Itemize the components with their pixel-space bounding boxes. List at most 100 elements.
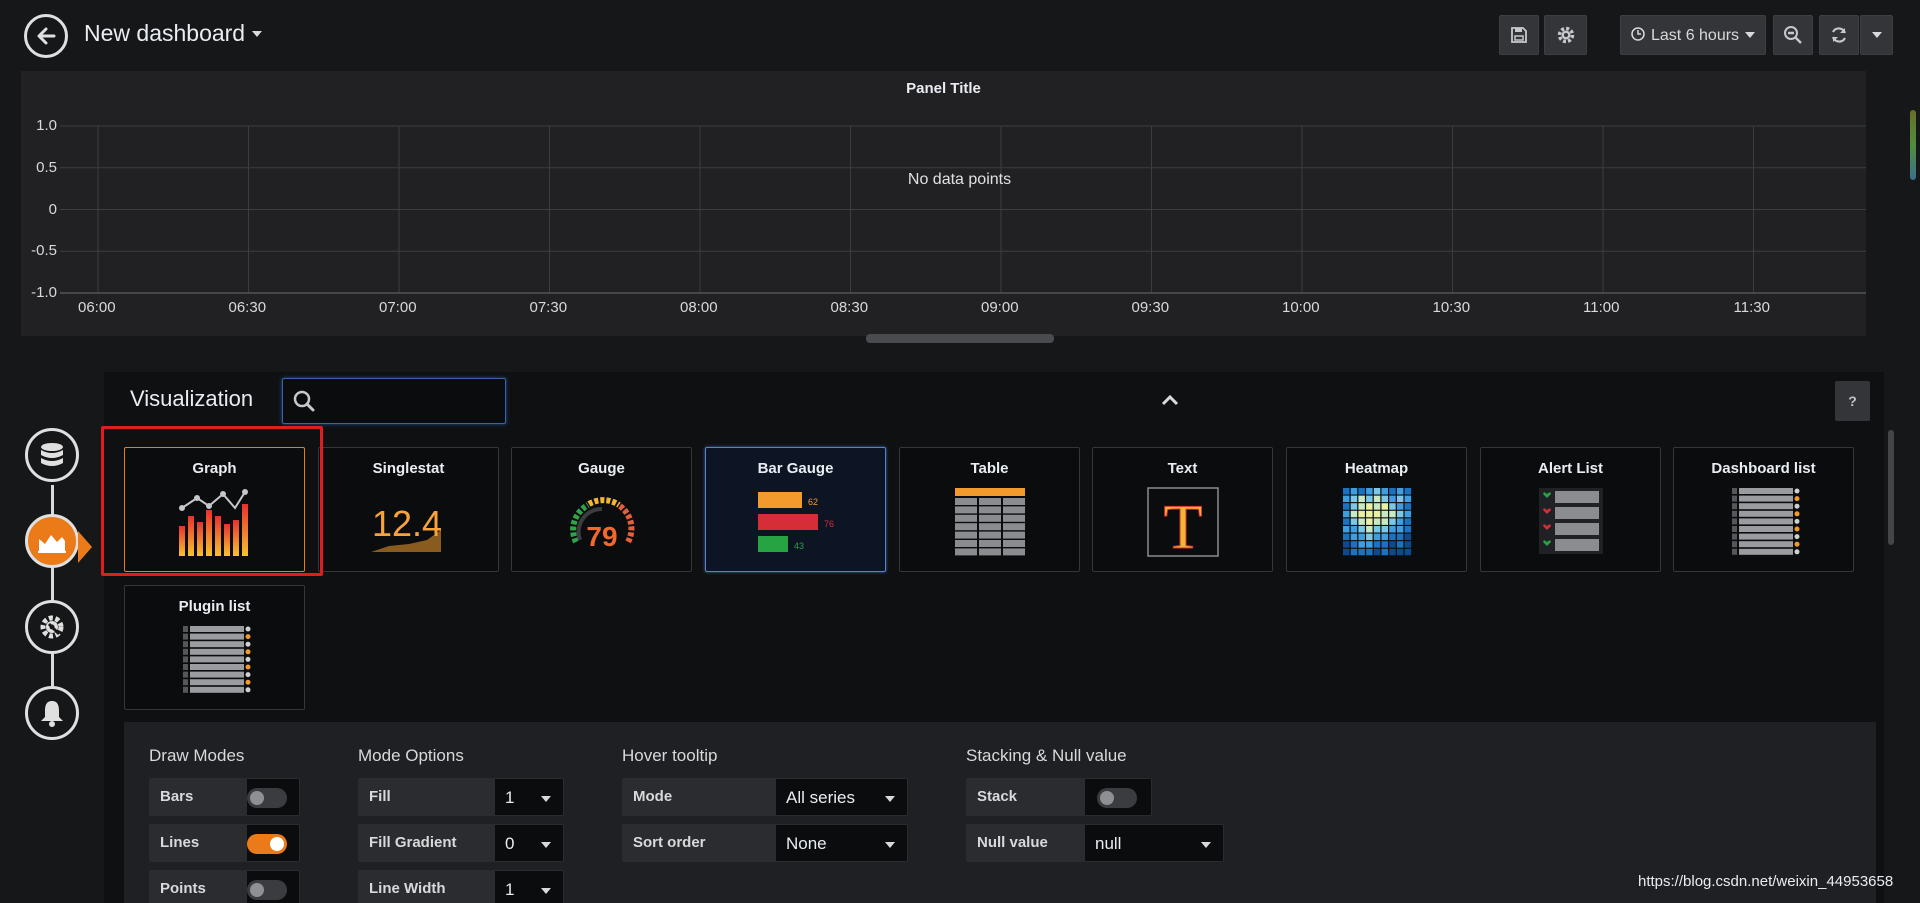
- heatmap-icon-cell: [1342, 495, 1349, 503]
- fill-label: Fill: [358, 778, 494, 816]
- viz-card-dashboard-list[interactable]: Dashboard list: [1673, 447, 1854, 572]
- heatmap-icon-cell: [1350, 526, 1357, 533]
- viz-card-gauge[interactable]: Gauge 79: [511, 447, 692, 572]
- heatmap-icon-cell: [1365, 503, 1373, 510]
- viz-card-table[interactable]: Table: [899, 447, 1080, 572]
- fill-select[interactable]: 1: [494, 778, 564, 816]
- bar-gauge-value-2: 76: [824, 519, 834, 529]
- panel-resize-handle[interactable]: [866, 334, 1054, 343]
- list-icon-row: [189, 679, 244, 686]
- viz-card-plugin-list[interactable]: Plugin list: [124, 585, 305, 710]
- fill-gradient-select[interactable]: 0: [494, 824, 564, 862]
- graph-panel[interactable]: Panel Title No data points 1.0 0.5 0 -0.5 -1…: [21, 71, 1866, 336]
- null-value-select[interactable]: null: [1084, 824, 1224, 862]
- heatmap-icon-cell: [1404, 541, 1411, 548]
- line-width-value: 1: [505, 880, 515, 899]
- database-icon: [41, 443, 63, 466]
- list-icon-dot: [245, 679, 250, 685]
- editor-scrollbar[interactable]: [1888, 430, 1894, 545]
- step-visualization[interactable]: [25, 514, 79, 568]
- tooltip-mode-label: Mode: [622, 778, 775, 816]
- heatmap-icon-cell: [1404, 518, 1411, 525]
- heatmap-icon-cell: [1373, 518, 1380, 525]
- x-axis-tick-label: 11:30: [1733, 299, 1770, 316]
- viz-card-label: Gauge: [578, 460, 625, 477]
- selection-highlight-box: [101, 426, 323, 576]
- heatmap-icon-cell: [1381, 488, 1388, 495]
- singlestat-value: 12.4: [371, 503, 441, 544]
- stack-toggle[interactable]: [1097, 788, 1137, 808]
- bar-gauge-value-3: 43: [794, 541, 804, 551]
- table-icon: [954, 488, 1025, 556]
- heatmap-icon: [1342, 488, 1411, 556]
- list-icon-bullet: [1731, 548, 1737, 555]
- list-icon-bullet: [182, 633, 188, 640]
- lines-toggle[interactable]: [247, 834, 287, 854]
- watermark: https://blog.csdn.net/weixin_44953658: [1638, 873, 1894, 890]
- heatmap-icon-cell: [1350, 541, 1357, 548]
- points-toggle-wrap: [246, 870, 300, 903]
- save-dashboard-button[interactable]: [1499, 15, 1539, 55]
- x-axis-tick-label: 09:00: [981, 299, 1019, 316]
- caret-down-icon[interactable]: [252, 31, 262, 37]
- heatmap-icon-cell: [1342, 548, 1349, 556]
- list-icon-row: [189, 626, 244, 632]
- plugin-list-icon: [182, 626, 250, 693]
- heatmap-icon-cell: [1350, 503, 1357, 510]
- zoom-out-button[interactable]: [1773, 15, 1813, 55]
- bars-toggle[interactable]: [247, 788, 287, 808]
- heatmap-icon-cell: [1404, 495, 1411, 503]
- list-icon-row: [1738, 518, 1793, 525]
- dashboard-title[interactable]: New dashboard: [84, 20, 245, 47]
- list-icon-dot: [1794, 526, 1799, 532]
- heatmap-icon-cell: [1404, 533, 1411, 541]
- tooltip-mode-select[interactable]: All series: [775, 778, 908, 816]
- list-icon-bullet: [182, 679, 188, 686]
- back-button[interactable]: [24, 14, 68, 58]
- list-icon-dot: [1794, 541, 1799, 547]
- panel-title[interactable]: Panel Title: [21, 80, 1866, 97]
- heatmap-icon-cell: [1388, 526, 1396, 533]
- chevron-up-icon[interactable]: [1161, 394, 1179, 406]
- list-icon-bullet: [182, 656, 188, 663]
- sort-order-label: Sort order: [622, 824, 775, 862]
- caret-down-icon: [885, 842, 895, 848]
- help-button[interactable]: ?: [1835, 381, 1870, 421]
- table-icon-cell: [978, 548, 1001, 556]
- viz-card-singlestat[interactable]: Singlestat 12.4: [318, 447, 499, 572]
- dashboard-settings-button[interactable]: [1544, 15, 1587, 55]
- line-width-select[interactable]: 1: [494, 870, 564, 903]
- list-icon-dot: [245, 687, 250, 693]
- line-width-label: Line Width: [358, 870, 494, 903]
- page-scrollbar[interactable]: [1910, 110, 1916, 180]
- viz-card-text[interactable]: Text T: [1092, 447, 1273, 572]
- heatmap-icon-cell: [1350, 548, 1357, 556]
- step-general[interactable]: [25, 600, 79, 654]
- null-value-label: Null value: [966, 824, 1084, 862]
- sort-order-select[interactable]: None: [775, 824, 908, 862]
- table-icon-cell: [978, 498, 1001, 505]
- viz-card-heatmap[interactable]: Heatmap: [1286, 447, 1467, 572]
- viz-card-bar-gauge[interactable]: Bar Gauge 62 76 43: [705, 447, 886, 572]
- lines-label: Lines: [149, 824, 246, 862]
- heatmap-icon-cell: [1404, 503, 1411, 510]
- list-icon-dot: [245, 649, 250, 655]
- visualization-heading: Visualization: [130, 386, 254, 411]
- heatmap-icon-cell: [1342, 533, 1349, 541]
- viz-card-label: Bar Gauge: [757, 460, 834, 477]
- list-icon-dot: [1794, 488, 1799, 494]
- fill-gradient-label: Fill Gradient: [358, 824, 494, 862]
- list-icon-bullet: [182, 671, 188, 678]
- refresh-button[interactable]: [1819, 15, 1859, 55]
- step-alert[interactable]: [25, 686, 79, 740]
- time-picker-button[interactable]: Last 6 hours: [1620, 15, 1766, 55]
- heatmap-icon-cell: [1365, 526, 1373, 533]
- list-icon-bullet: [182, 641, 188, 648]
- viz-card-label: Singlestat: [372, 460, 445, 477]
- points-toggle[interactable]: [247, 880, 287, 900]
- step-queries[interactable]: [25, 428, 79, 482]
- viz-card-alert-list[interactable]: Alert List: [1480, 447, 1661, 572]
- refresh-interval-dropdown[interactable]: [1860, 15, 1893, 55]
- visualization-search-input[interactable]: [282, 378, 506, 424]
- text-icon-glyph: T: [1163, 491, 1202, 558]
